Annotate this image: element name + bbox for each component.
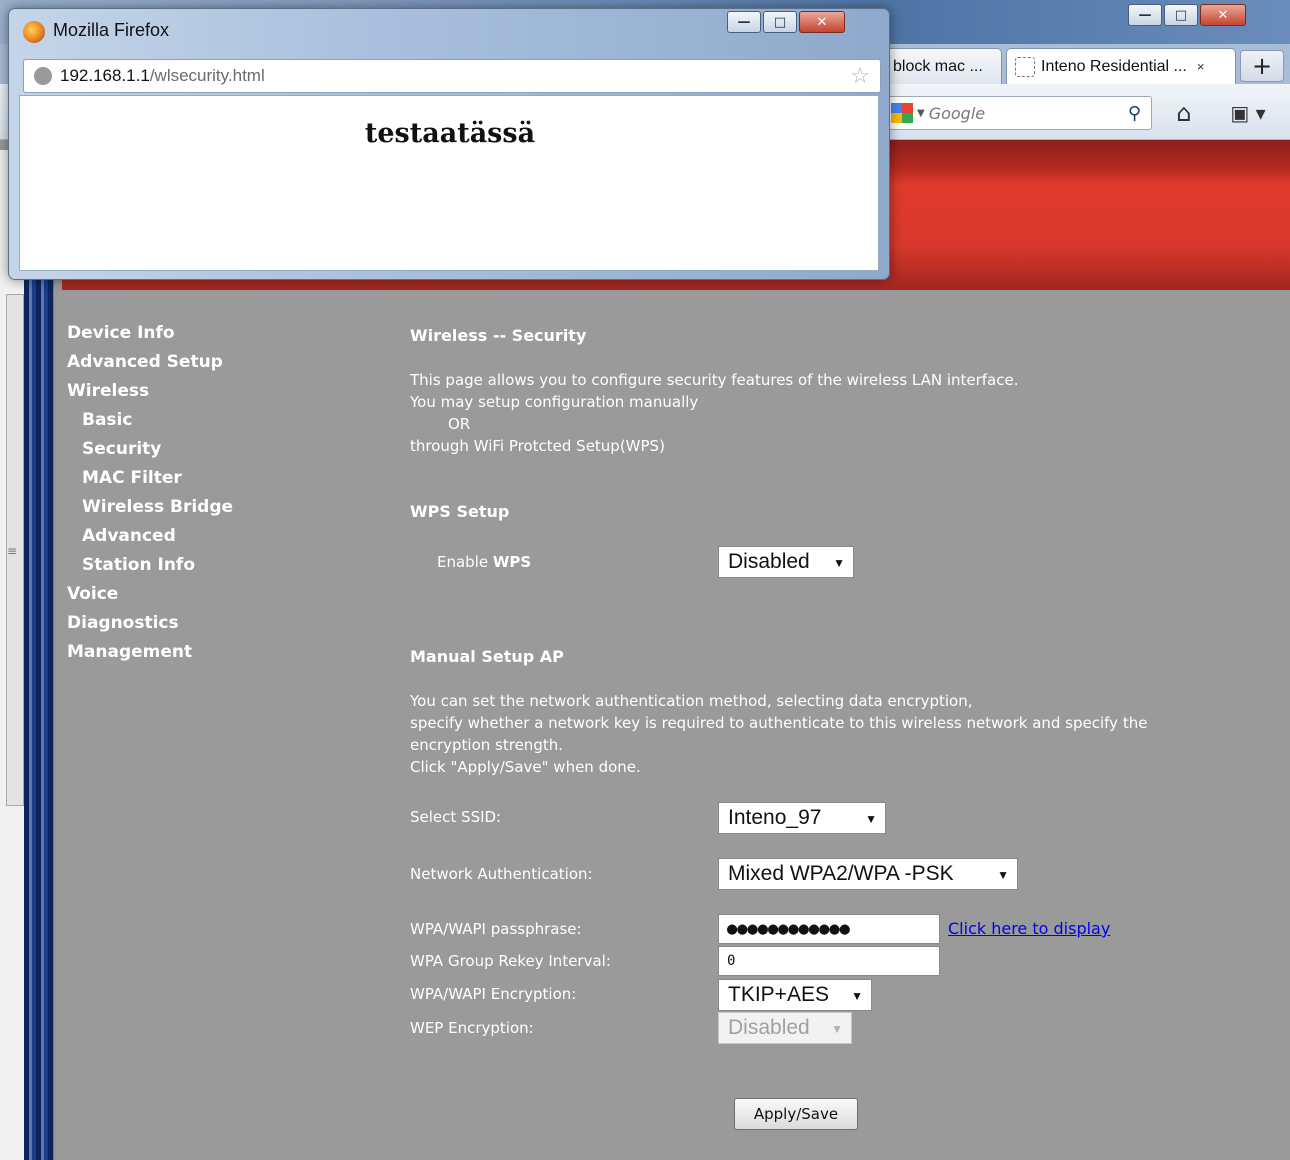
url-path: /wlsecurity.html	[149, 66, 265, 85]
sidebar-item-station-info[interactable]: Station Info	[67, 552, 233, 581]
home-icon[interactable]: ⌂	[1164, 96, 1204, 130]
close-tab-icon[interactable]: ×	[1197, 59, 1205, 74]
manual-setup-heading: Manual Setup AP	[410, 647, 564, 666]
google-icon[interactable]	[891, 103, 913, 123]
bookmark-star-icon[interactable]: ☆	[850, 64, 870, 89]
search-icon[interactable]: ⚲	[1128, 103, 1141, 124]
maximize-button[interactable]: □	[763, 11, 797, 33]
intro-line: through WiFi Protcted Setup(WPS)	[410, 437, 665, 455]
search-input[interactable]: ▼ Google ⚲	[884, 96, 1152, 130]
network-auth-label: Network Authentication:	[410, 865, 593, 883]
url-text[interactable]: 192.168.1.1/wlsecurity.html	[60, 66, 850, 86]
wep-encryption-select: Disabled ▼	[718, 1012, 852, 1044]
url-host: 192.168.1.1	[60, 66, 150, 85]
tab-inteno-residential[interactable]: Inteno Residential ... ×	[1006, 48, 1236, 84]
popup-window-title: Mozilla Firefox	[53, 20, 170, 40]
enable-wps-label: Enable WPS	[437, 553, 531, 571]
sidebar-item-voice[interactable]: Voice	[67, 581, 233, 610]
minimize-button[interactable]: —	[1128, 4, 1162, 26]
manual-desc-line: You can set the network authentication m…	[410, 692, 973, 710]
select-ssid-label: Select SSID:	[410, 808, 502, 826]
manual-desc-line: encryption strength.	[410, 736, 563, 754]
wep-encryption-label: WEP Encryption:	[410, 1019, 534, 1037]
apply-save-button[interactable]: Apply/Save	[734, 1098, 858, 1130]
enable-wps-select[interactable]: Disabled ▼	[718, 546, 854, 578]
new-tab-button[interactable]: +	[1240, 50, 1284, 82]
page-title: Wireless -- Security	[410, 326, 587, 345]
intro-line: This page allows you to configure securi…	[410, 371, 1019, 389]
sidebar-menu: Device Info Advanced Setup Wireless Basic Se…	[67, 320, 233, 668]
dropdown-arrow-icon: ▼	[833, 556, 845, 570]
sidebar-item-wireless-bridge[interactable]: Wireless Bridge	[67, 494, 233, 523]
url-bar[interactable]: 192.168.1.1/wlsecurity.html ☆	[23, 59, 881, 93]
popup-content: testaatässä	[19, 95, 879, 271]
globe-icon	[34, 67, 52, 85]
enable-wps-value: Disabled	[728, 550, 810, 573]
intro-line: OR	[448, 415, 471, 433]
wpa-encryption-select[interactable]: TKIP+AES ▼	[718, 979, 872, 1011]
minimize-button[interactable]: —	[727, 11, 761, 33]
sidebar-item-security[interactable]: Security	[67, 436, 233, 465]
blank-page-icon	[1015, 56, 1035, 77]
sidebar-item-device-info[interactable]: Device Info	[67, 320, 233, 349]
network-auth-select[interactable]: Mixed WPA2/WPA -PSK ▼	[718, 858, 1018, 890]
passphrase-value: ●●●●●●●●●●●●	[727, 919, 850, 939]
sidebar-item-advanced-setup[interactable]: Advanced Setup	[67, 349, 233, 378]
enable-wps-prefix: Enable	[437, 553, 489, 571]
dropdown-arrow-icon: ▼	[851, 989, 863, 1003]
wpa-encryption-label: WPA/WAPI Encryption:	[410, 985, 577, 1003]
enable-wps-bold: WPS	[492, 553, 532, 571]
sidebar-item-management[interactable]: Management	[67, 639, 233, 668]
search-placeholder: Google	[928, 103, 986, 123]
ssid-select[interactable]: Inteno_97 ▼	[718, 802, 886, 834]
network-auth-value: Mixed WPA2/WPA -PSK	[728, 862, 954, 885]
popup-heading: testaatässä	[364, 118, 536, 149]
bookmarks-menu-icon[interactable]: ▣ ▾	[1218, 96, 1278, 130]
manual-desc-line: Click "Apply/Save" when done.	[410, 758, 641, 776]
tab-label: Inteno Residential ...	[1041, 57, 1187, 75]
scroll-grip-icon: ≡	[7, 544, 18, 558]
main-window-controls: — □ ✕	[1126, 4, 1246, 26]
rekey-interval-value: 0	[727, 953, 736, 969]
sidebar-item-mac-filter[interactable]: MAC Filter	[67, 465, 233, 494]
wps-setup-heading: WPS Setup	[410, 502, 510, 521]
sidebar-item-basic[interactable]: Basic	[67, 407, 233, 436]
passphrase-label: WPA/WAPI passphrase:	[410, 920, 582, 938]
passphrase-input[interactable]: ●●●●●●●●●●●●	[718, 914, 940, 944]
wpa-encryption-value: TKIP+AES	[728, 983, 829, 1006]
decorative-stripes	[24, 280, 54, 1160]
display-passphrase-link[interactable]: Click here to display	[948, 919, 1110, 938]
sidebar-item-diagnostics[interactable]: Diagnostics	[67, 610, 233, 639]
close-window-button[interactable]: ✕	[799, 11, 845, 33]
dropdown-arrow-icon[interactable]: ▼	[917, 108, 925, 119]
popup-window-controls: — □ ✕	[725, 11, 845, 33]
close-window-button[interactable]: ✕	[1200, 4, 1246, 26]
dropdown-arrow-icon: ▼	[831, 1022, 843, 1036]
sidebar-item-advanced[interactable]: Advanced	[67, 523, 233, 552]
manual-desc-line: specify whether a network key is require…	[410, 714, 1148, 732]
popup-window: Mozilla Firefox — □ ✕ 192.168.1.1/wlsecu…	[8, 8, 890, 280]
dropdown-arrow-icon: ▼	[865, 812, 877, 826]
sidebar-item-wireless[interactable]: Wireless	[67, 378, 233, 407]
ssid-value: Inteno_97	[728, 806, 822, 829]
maximize-button[interactable]: □	[1164, 4, 1198, 26]
firefox-icon	[23, 21, 45, 43]
dropdown-arrow-icon: ▼	[997, 868, 1009, 882]
wep-encryption-value: Disabled	[728, 1016, 810, 1039]
rekey-interval-input[interactable]: 0	[718, 946, 940, 976]
tab-label: block mac ...	[893, 57, 983, 75]
intro-line: You may setup configuration manually	[410, 393, 699, 411]
tab-block-mac[interactable]: block mac ...	[884, 48, 1002, 84]
rekey-interval-label: WPA Group Rekey Interval:	[410, 952, 611, 970]
